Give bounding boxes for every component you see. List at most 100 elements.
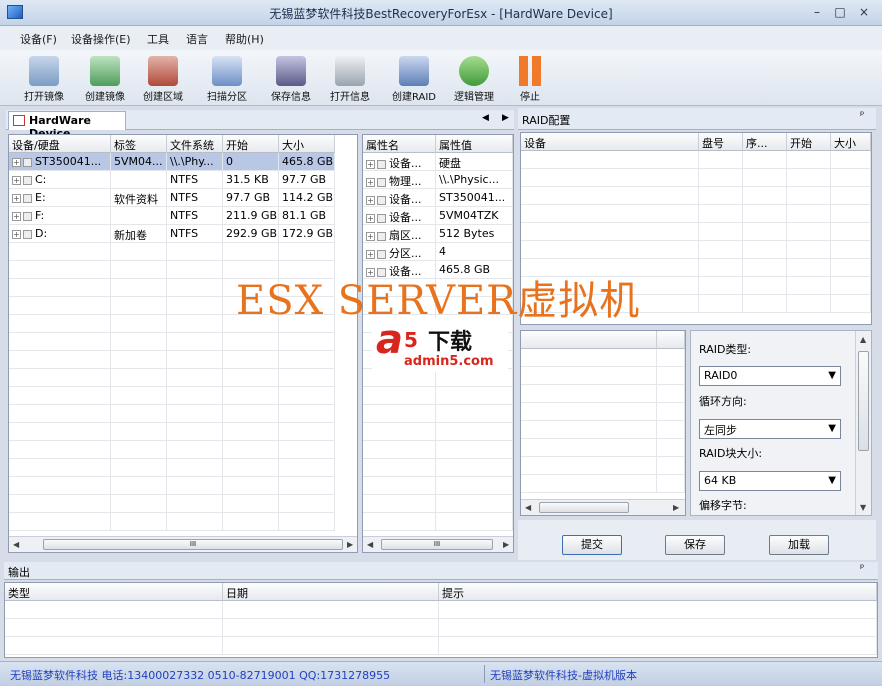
table-cell[interactable]: + ST350041... xyxy=(9,153,111,171)
raid-type-select[interactable]: RAID0 ▼ xyxy=(699,366,841,386)
save-button[interactable]: 保存 xyxy=(665,535,725,555)
table-cell[interactable]: \\.\Physic... xyxy=(436,171,513,189)
menu-language[interactable]: 语言 xyxy=(186,31,208,47)
table-cell[interactable]: + C: xyxy=(9,171,111,189)
table-cell[interactable]: 172.9 GB xyxy=(279,225,335,243)
expand-icon[interactable]: + xyxy=(12,229,21,239)
column-header[interactable] xyxy=(657,331,685,349)
pin-icon[interactable]: ᵖ xyxy=(860,563,864,574)
stop-button[interactable]: 停止 xyxy=(502,54,558,104)
column-header[interactable]: 设备/硬盘 xyxy=(9,135,111,153)
menu-device-ops[interactable]: 设备操作(E) xyxy=(71,31,131,47)
table-cell[interactable]: + 设备... xyxy=(363,153,436,171)
table-cell[interactable]: NTFS xyxy=(167,189,223,207)
raid-list-hscrollbar[interactable]: ◀ ▶ xyxy=(521,499,685,515)
save-info-button[interactable]: 保存信息 xyxy=(263,54,319,104)
close-button[interactable]: × xyxy=(853,4,875,20)
expand-icon[interactable]: + xyxy=(12,193,21,203)
tab-prev-icon[interactable]: ◀ xyxy=(482,113,489,123)
table-cell[interactable]: 97.7 GB xyxy=(279,171,335,189)
scroll-right-icon[interactable]: ▶ xyxy=(673,503,679,512)
menu-device[interactable]: 设备(F) xyxy=(20,31,57,47)
table-cell[interactable]: 0 xyxy=(223,153,279,171)
table-cell[interactable]: 114.2 GB xyxy=(279,189,335,207)
block-size-select[interactable]: 64 KB ▼ xyxy=(699,471,841,491)
scroll-thumb[interactable] xyxy=(858,351,869,451)
scroll-right-icon[interactable]: ▶ xyxy=(503,540,509,549)
scroll-down-icon[interactable]: ▼ xyxy=(860,503,866,512)
expand-icon[interactable]: + xyxy=(366,195,375,205)
table-cell[interactable]: \\.\Phy... xyxy=(167,153,223,171)
create-region-button[interactable]: 创建区域 xyxy=(135,54,191,104)
table-cell[interactable]: 5VM04TZK xyxy=(436,207,513,225)
restore-button[interactable]: □ xyxy=(829,4,851,20)
table-cell[interactable] xyxy=(111,207,167,225)
column-header[interactable]: 大小 xyxy=(279,135,335,153)
column-header[interactable]: 开始 xyxy=(223,135,279,153)
scroll-left-icon[interactable]: ◀ xyxy=(525,503,531,512)
load-button[interactable]: 加载 xyxy=(769,535,829,555)
expand-icon[interactable]: + xyxy=(366,231,375,241)
table-cell[interactable]: 31.5 KB xyxy=(223,171,279,189)
column-header[interactable]: 日期 xyxy=(223,583,439,601)
minimize-button[interactable]: – xyxy=(806,4,828,20)
column-header[interactable]: 标签 xyxy=(111,135,167,153)
raid-settings-vscrollbar[interactable]: ▲ ▼ xyxy=(855,331,871,515)
table-cell[interactable]: + E: xyxy=(9,189,111,207)
expand-icon[interactable]: + xyxy=(366,177,375,187)
menu-tools[interactable]: 工具 xyxy=(147,31,169,47)
scan-partition-button[interactable]: 扫描分区 xyxy=(199,54,255,104)
tab-next-icon[interactable]: ▶ xyxy=(502,113,509,123)
table-cell[interactable]: NTFS xyxy=(167,207,223,225)
column-header[interactable] xyxy=(521,331,657,349)
column-header[interactable]: 设备 xyxy=(521,133,699,151)
expand-icon[interactable]: + xyxy=(12,175,21,185)
pin-icon[interactable]: ᵖ xyxy=(860,110,864,121)
scroll-up-icon[interactable]: ▲ xyxy=(860,335,866,344)
tab-hardware-device[interactable]: HardWare Device xyxy=(8,111,126,140)
open-image-button[interactable]: 打开镜像 xyxy=(16,54,72,104)
menu-help[interactable]: 帮助(H) xyxy=(225,31,264,47)
table-cell[interactable]: 292.9 GB xyxy=(223,225,279,243)
property-hscrollbar[interactable]: ◀ III ▶ xyxy=(363,536,513,552)
table-cell[interactable]: + 物理... xyxy=(363,171,436,189)
table-cell[interactable]: + D: xyxy=(9,225,111,243)
device-hscrollbar[interactable]: ◀ III ▶ xyxy=(9,536,357,552)
table-cell[interactable]: NTFS xyxy=(167,225,223,243)
column-header[interactable]: 属性名 xyxy=(363,135,436,153)
expand-icon[interactable]: + xyxy=(12,211,21,221)
scroll-thumb[interactable]: III xyxy=(43,539,343,550)
column-header[interactable]: 文件系统 xyxy=(167,135,223,153)
column-header[interactable]: 大小 xyxy=(831,133,871,151)
column-header[interactable]: 开始 xyxy=(787,133,831,151)
expand-icon[interactable]: + xyxy=(366,249,375,259)
table-cell[interactable]: 硬盘 xyxy=(436,153,513,171)
scroll-right-icon[interactable]: ▶ xyxy=(347,540,353,549)
column-header[interactable]: 类型 xyxy=(5,583,223,601)
table-cell[interactable]: 新加卷 xyxy=(111,225,167,243)
submit-button[interactable]: 提交 xyxy=(562,535,622,555)
table-cell[interactable]: + 扇区... xyxy=(363,225,436,243)
table-cell[interactable]: 81.1 GB xyxy=(279,207,335,225)
column-header[interactable]: 盘号 xyxy=(699,133,743,151)
expand-icon[interactable]: + xyxy=(12,157,21,167)
table-cell[interactable]: 512 Bytes xyxy=(436,225,513,243)
table-cell[interactable]: NTFS xyxy=(167,171,223,189)
open-info-button[interactable]: 打开信息 xyxy=(322,54,378,104)
table-cell[interactable]: 97.7 GB xyxy=(223,189,279,207)
column-header[interactable]: 属性值 xyxy=(436,135,513,153)
table-cell[interactable]: 5VM04... xyxy=(111,153,167,171)
table-cell[interactable]: + 设备... xyxy=(363,207,436,225)
column-header[interactable]: 提示 xyxy=(439,583,877,601)
table-cell[interactable]: ST350041... xyxy=(436,189,513,207)
scroll-thumb[interactable] xyxy=(539,502,629,513)
table-cell[interactable]: + 分区... xyxy=(363,243,436,261)
table-cell[interactable]: 465.8 GB xyxy=(279,153,335,171)
expand-icon[interactable]: + xyxy=(366,159,375,169)
expand-icon[interactable]: + xyxy=(366,213,375,223)
table-cell[interactable] xyxy=(111,171,167,189)
table-cell[interactable]: + 设备... xyxy=(363,189,436,207)
logic-manage-button[interactable]: 逻辑管理 xyxy=(446,54,502,104)
create-raid-button[interactable]: 创建RAID xyxy=(386,54,442,104)
direction-select[interactable]: 左同步 ▼ xyxy=(699,419,841,439)
